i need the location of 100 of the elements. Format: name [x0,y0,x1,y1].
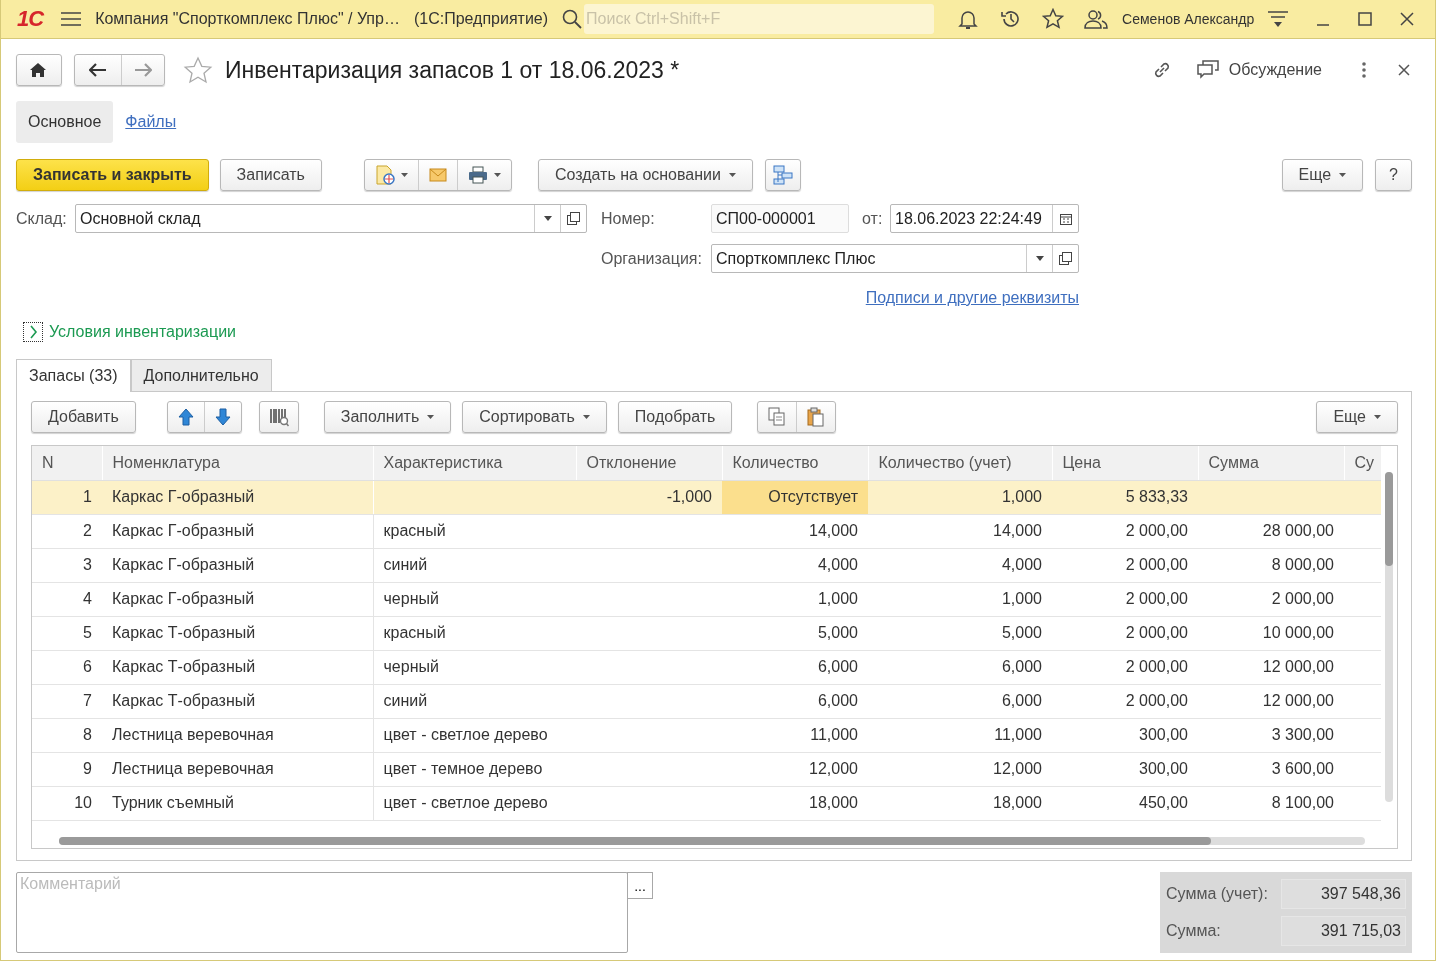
table-row[interactable]: 5 Каркас Т-образный красный 5,000 5,000 2 000,00 10 000,00 [32,616,1382,650]
barcode-search-button[interactable] [258,401,299,433]
chat-icon [1196,60,1219,80]
column-header[interactable]: Количество (учет) [868,446,1052,480]
table-cell: 10 [32,786,102,820]
platform-name: (1С:Предприятие) [413,10,549,28]
dropdown-lines-icon[interactable] [1268,10,1289,28]
dropdown-arrow-icon[interactable] [1035,256,1044,261]
date-field[interactable]: 18.06.2023 22:24:49 [890,204,1079,233]
column-header[interactable]: N [32,446,102,480]
table-cell: цвет - темное дерево [373,752,576,786]
table-row[interactable]: 3 Каркас Г-образный синий 4,000 4,000 2 000,00 8 000,00 [32,548,1382,582]
table-cell: 3 [32,548,102,582]
tab[interactable]: Запасы (33) [16,359,131,392]
save-button[interactable]: Записать [219,159,322,191]
field-label: от: [861,209,884,228]
caret-icon [400,173,408,177]
column-header[interactable]: Су [1344,446,1382,480]
table-cell: 6,000 [722,650,868,684]
table-cell: 18,000 [868,786,1052,820]
warehouse-field[interactable]: Основной склад [75,204,587,233]
column-header[interactable]: Сумма [1198,446,1344,480]
table-cell: красный [373,616,576,650]
number-field[interactable]: СП00-000001 [711,204,849,233]
table-cell: 1,000 [868,480,1052,514]
table-cell: 8 [32,718,102,752]
column-header[interactable]: Количество [722,446,868,480]
pick-button[interactable]: Подобрать [617,401,733,433]
caret-icon [1374,415,1381,419]
table-cell: 1 [32,480,102,514]
table-cell: 18,000 [722,786,868,820]
menu-icon[interactable] [61,11,82,27]
table-cell: 11,000 [868,718,1052,752]
table-cell: 14,000 [722,514,868,548]
table-cell: 5,000 [868,616,1052,650]
total-value: 397 548,36 [1281,879,1406,910]
section-tab[interactable]: Основное [16,101,114,143]
close-icon[interactable] [1398,64,1410,76]
table-cell: 5 [32,616,102,650]
column-header[interactable]: Характеристика [373,446,576,480]
table-cell: Каркас Г-образный [102,582,373,616]
expand-toggle[interactable] [23,322,43,342]
ellipsis-button[interactable]: ... [627,872,653,899]
table-row[interactable]: 7 Каркас Т-образный синий 6,000 6,000 2 000,00 12 000,00 [32,684,1382,718]
table-row[interactable]: 1 Каркас Г-образный -1,000 Отсутствует 1,000 5 833,33 [32,480,1382,514]
table-row[interactable]: 8 Лестница веревочная цвет - светлое дерево 11,000 11,000 300,00 3 300,00 [32,718,1382,752]
table-cell: 9 [32,752,102,786]
document-icon [374,165,395,185]
table-row[interactable]: 6 Каркас Т-образный черный 6,000 6,000 2 000,00 12 000,00 [32,650,1382,684]
structure-button[interactable] [764,159,801,191]
group-title[interactable]: Условия инвентаризации [49,323,237,341]
dropdown-arrow-icon[interactable] [543,216,552,221]
favorite-star-icon[interactable] [183,56,213,84]
fill-button[interactable]: Заполнить [323,401,452,433]
table-cell: Лестница веревочная [102,752,373,786]
table-row[interactable]: 10 Турник съемный цвет - светлое дерево 18,000 18,000 450,00 8 100,00 [32,786,1382,820]
more-icon[interactable] [1362,62,1366,78]
organization-field[interactable]: Спорткомплекс Плюс [711,244,1079,273]
save-and-close-button[interactable]: Записать и закрыть [16,159,209,191]
bell-icon[interactable] [958,8,979,30]
users-icon[interactable] [1084,9,1109,29]
section-tab[interactable]: Файлы [113,101,189,143]
table-cell: цвет - светлое дерево [373,718,576,752]
table-cell: Каркас Т-образный [102,616,373,650]
arrow-down-icon [214,408,231,426]
arrow-up-icon [177,408,194,426]
table-row[interactable]: 2 Каркас Г-образный красный 14,000 14,000 2 000,00 28 000,00 [32,514,1382,548]
app-logo[interactable]: 1С [17,8,44,30]
column-header[interactable]: Отклонение [576,446,722,480]
open-icon[interactable] [1059,252,1072,265]
star-icon[interactable] [1042,8,1065,30]
sort-button[interactable]: Сортировать [462,401,607,433]
table-row[interactable]: 4 Каркас Г-образный черный 1,000 1,000 2 000,00 2 000,00 [32,582,1382,616]
table-cell: 1,000 [722,582,868,616]
maximize-icon[interactable] [1358,12,1373,26]
open-icon[interactable] [567,212,580,225]
more-button[interactable]: Еще [1281,159,1364,191]
column-header[interactable]: Цена [1052,446,1198,480]
table-cell: Каркас Г-образный [102,514,373,548]
column-header[interactable]: Номенклатура [102,446,373,480]
table-cell: 14,000 [868,514,1052,548]
user-name[interactable]: Семенов Александр [1122,11,1255,27]
table-row[interactable]: 9 Лестница веревочная цвет - темное дерево 12,000 12,000 300,00 3 600,00 [32,752,1382,786]
field-label: Склад: [16,209,68,228]
requisites-link[interactable]: Подписи и другие реквизиты [865,289,1079,307]
discussion-button[interactable]: Обсуждение [1196,60,1322,80]
close-icon[interactable] [1400,12,1415,26]
more-button[interactable]: Еще [1316,401,1398,433]
tab[interactable]: Дополнительно [130,359,272,391]
table-cell: 2 000,00 [1052,684,1198,718]
create-based-on-button[interactable]: Создать на основании [537,159,753,191]
comment-field[interactable]: Комментарий [16,872,628,953]
table-cell: 5 833,33 [1052,480,1198,514]
home-button[interactable] [16,54,62,86]
calendar-icon[interactable] [1059,212,1072,225]
add-button[interactable]: Добавить [31,401,136,433]
table-cell: 3 600,00 [1198,752,1344,786]
help-button[interactable]: ? [1375,159,1412,191]
table-cell: -1,000 [576,480,722,514]
printer-icon [467,166,488,184]
